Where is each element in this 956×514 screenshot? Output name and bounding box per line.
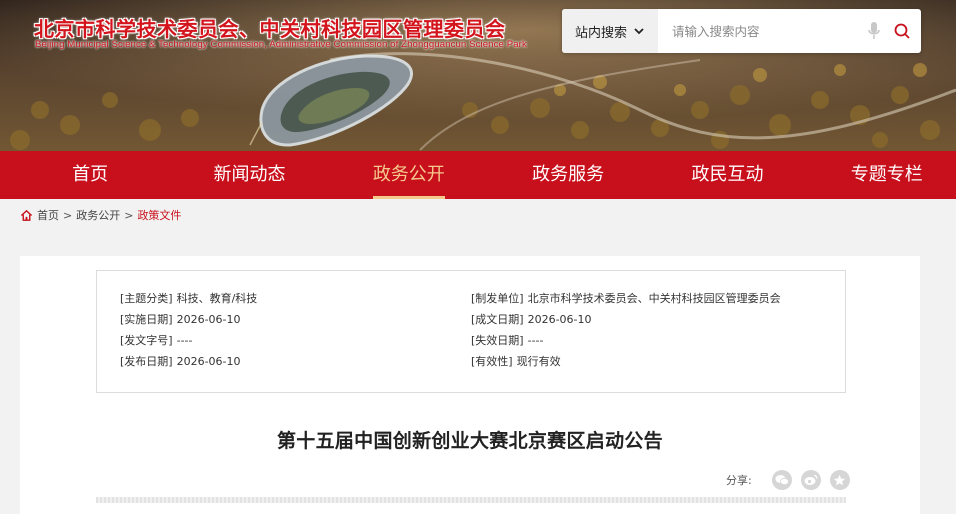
meta-value: 2026-06-10 xyxy=(527,313,592,326)
meta-key: [发布日期] xyxy=(120,355,173,368)
main-nav: 首页 新闻动态 政务公开 政务服务 政民互动 专题专栏 xyxy=(0,151,956,199)
meta-value: 北京市科学技术委员会、中关村科技园区管理委员会 xyxy=(527,292,781,305)
document-metadata: [主题分类] 科技、教育/科技 [实施日期] 2026-06-10 [发文字号] --… xyxy=(96,270,846,393)
metadata-right-column: [制发单位] 北京市科学技术委员会、中关村科技园区管理委员会 [成文日期] 2026… xyxy=(471,292,781,376)
meta-value: 科技、教育/科技 xyxy=(176,292,258,305)
meta-value: 2026-06-10 xyxy=(176,355,241,368)
breadcrumb-separator: > xyxy=(124,208,134,222)
search-box: 站内搜索 xyxy=(562,9,921,53)
share-label: 分享: xyxy=(726,474,752,487)
search-scope-label: 站内搜索 xyxy=(574,25,627,41)
site-subtitle: Beijing Municipal Science & Technology C… xyxy=(35,39,527,50)
content-card: [主题分类] 科技、教育/科技 [实施日期] 2026-06-10 [发文字号] --… xyxy=(20,256,920,514)
breadcrumb: 首页 > 政务公开 > 政策文件 xyxy=(20,208,181,222)
breadcrumb-home[interactable]: 首页 xyxy=(37,207,59,223)
share-bar: 分享: xyxy=(726,469,850,491)
search-input[interactable] xyxy=(658,11,863,51)
wechat-icon[interactable] xyxy=(771,470,792,490)
meta-written-date: [成文日期] 2026-06-10 xyxy=(471,313,781,334)
chevron-down-icon xyxy=(634,28,644,35)
meta-key: [主题分类] xyxy=(120,292,173,305)
meta-key: [实施日期] xyxy=(120,313,173,326)
nav-item-interaction[interactable]: 政民互动 xyxy=(658,151,796,199)
nav-item-government-affairs[interactable]: 政务公开 xyxy=(340,151,478,199)
breadcrumb-separator: > xyxy=(63,208,73,222)
nav-item-home[interactable]: 首页 xyxy=(21,151,159,199)
star-icon[interactable] xyxy=(829,470,850,490)
meta-issuing-unit: [制发单位] 北京市科学技术委员会、中关村科技园区管理委员会 xyxy=(471,292,781,313)
home-icon xyxy=(20,209,33,221)
nav-item-government-services[interactable]: 政务服务 xyxy=(499,151,637,199)
meta-value: 2026-06-10 xyxy=(176,313,241,326)
nav-item-news[interactable]: 新闻动态 xyxy=(180,151,318,199)
microphone-icon[interactable] xyxy=(863,16,885,46)
meta-key: [成文日期] xyxy=(471,313,524,326)
meta-key: [制发单位] xyxy=(471,292,524,305)
meta-value: ---- xyxy=(176,334,193,347)
meta-effective-date: [实施日期] 2026-06-10 xyxy=(120,313,257,334)
search-icon[interactable] xyxy=(889,16,915,46)
site-title[interactable]: 北京市科学技术委员会、中关村科技园区管理委员会 xyxy=(34,13,506,42)
meta-expiry-date: [失效日期] ---- xyxy=(471,334,781,355)
meta-document-number: [发文字号] ---- xyxy=(120,334,257,355)
nav-item-special-topics[interactable]: 专题专栏 xyxy=(818,151,956,199)
meta-publish-date: [发布日期] 2026-06-10 xyxy=(120,355,257,376)
article-title: 第十五届中国创新创业大赛北京赛区启动公告 xyxy=(276,430,663,452)
meta-key: [发文字号] xyxy=(120,334,173,347)
divider xyxy=(96,497,846,503)
search-scope-dropdown[interactable]: 站内搜索 xyxy=(562,9,658,53)
weibo-icon[interactable] xyxy=(800,470,821,490)
meta-key: [失效日期] xyxy=(471,334,524,347)
header-banner: 北京市科学技术委员会、中关村科技园区管理委员会 Beijing Municipa… xyxy=(0,0,956,151)
meta-value: ---- xyxy=(527,334,544,347)
breadcrumb-government-affairs[interactable]: 政务公开 xyxy=(76,207,120,223)
meta-value: 现行有效 xyxy=(516,355,561,368)
meta-topic: [主题分类] 科技、教育/科技 xyxy=(120,292,257,313)
breadcrumb-policy-documents[interactable]: 政策文件 xyxy=(137,207,181,223)
metadata-left-column: [主题分类] 科技、教育/科技 [实施日期] 2026-06-10 [发文字号] --… xyxy=(120,292,257,376)
meta-key: [有效性] xyxy=(471,355,513,368)
meta-validity: [有效性] 现行有效 xyxy=(471,355,781,376)
